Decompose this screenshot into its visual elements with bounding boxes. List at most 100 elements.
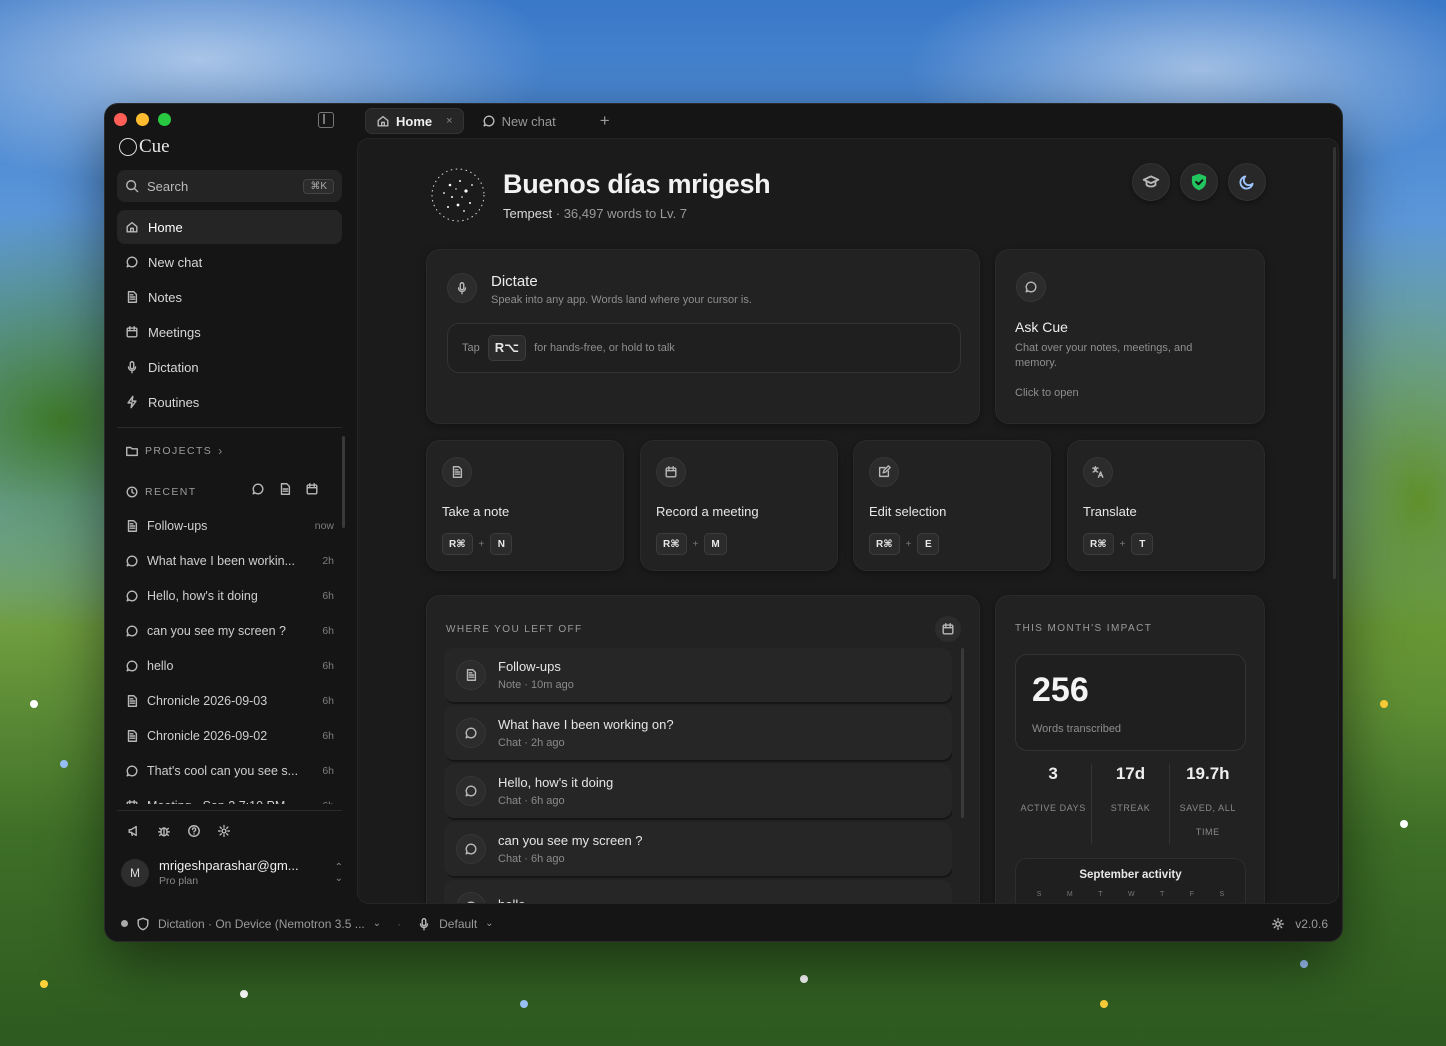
note-icon (125, 694, 139, 708)
account-switcher[interactable]: M mrigeshparashar@gm... Pro plan ⌃ ⌄ (121, 858, 343, 887)
search-label: Search (147, 178, 189, 194)
action-title: Edit selection (869, 504, 947, 519)
take-note-card[interactable]: Take a note R⌘ + N (426, 440, 624, 571)
sidebar-item-dictation[interactable]: Dictation (117, 350, 342, 384)
new-chat-icon[interactable] (251, 482, 265, 496)
ask-cue-description: Chat over your notes, meetings, and memo… (1015, 342, 1193, 369)
bug-icon[interactable] (157, 824, 171, 838)
modifier-key: R⌘ (442, 533, 473, 555)
megaphone-icon[interactable] (127, 824, 141, 838)
recent-item[interactable]: That's cool can you see s... 6h (117, 753, 342, 788)
edit-selection-card[interactable]: Edit selection R⌘ + E (853, 440, 1051, 571)
folder-icon (125, 444, 139, 458)
sidebar-item-meetings[interactable]: Meetings (117, 315, 342, 349)
tab-new-chat[interactable]: New chat (472, 108, 566, 134)
recent-actions (251, 482, 319, 496)
new-tab-button[interactable]: + (600, 111, 610, 131)
mic-icon (125, 360, 139, 374)
chat-icon (125, 255, 139, 269)
tab-home[interactable]: Home × (365, 108, 464, 134)
sidebar-scrollbar[interactable] (342, 436, 345, 528)
theme-toggle-button[interactable] (1228, 163, 1266, 201)
tutorial-button[interactable] (1132, 163, 1170, 201)
stat-active-days: 3 ACTIVE DAYS (1015, 764, 1091, 844)
gear-icon[interactable] (217, 824, 231, 838)
chat-icon (125, 589, 139, 603)
help-icon[interactable] (187, 824, 201, 838)
recent-item-label: Follow-ups (147, 518, 208, 533)
activity-item[interactable]: Hello, how's it doing Chat · 6h ago (444, 764, 952, 818)
recent-list: Follow-ups now What have I been workin... 2… (117, 508, 342, 804)
recent-item[interactable]: Chronicle 2026-09-02 6h (117, 718, 342, 753)
sidebar-item-new-chat[interactable]: New chat (117, 245, 342, 279)
projects-header[interactable]: PROJECTS › (125, 444, 224, 458)
translate-card[interactable]: Translate R⌘ + T (1067, 440, 1265, 571)
edit-icon (869, 457, 899, 487)
sidebar-collapse-icon[interactable] (318, 112, 334, 128)
activity-item[interactable]: hello (444, 880, 952, 903)
recent-item[interactable]: hello 6h (117, 648, 342, 683)
weekday-label: M (1066, 891, 1073, 898)
sidebar-item-home[interactable]: Home (117, 210, 342, 244)
recent-item[interactable]: can you see my screen ? 6h (117, 613, 342, 648)
sidebar-item-notes[interactable]: Notes (117, 280, 342, 314)
chat-icon (125, 554, 139, 568)
new-meeting-icon[interactable] (305, 482, 319, 496)
ask-cue-card[interactable]: Ask Cue Chat over your notes, meetings, … (995, 249, 1265, 424)
tab-close-icon[interactable]: × (446, 115, 452, 127)
activity-item-title: Follow-ups (498, 659, 561, 674)
header-actions (1132, 163, 1266, 201)
sun-icon[interactable] (1271, 917, 1285, 931)
sidebar-nav: Home New chat Notes Meetings Dictation R… (117, 210, 342, 420)
chat-icon (456, 718, 486, 748)
words-transcribed-box: 256 Words transcribed (1015, 654, 1246, 751)
sidebar-item-routines[interactable]: Routines (117, 385, 342, 419)
recent-item[interactable]: Follow-ups now (117, 508, 342, 543)
sidebar-item-label: Notes (148, 289, 182, 305)
recent-item[interactable]: What have I been workin... 2h (117, 543, 342, 578)
plus-separator: + (478, 538, 485, 550)
recent-item[interactable]: Chronicle 2026-09-03 6h (117, 683, 342, 718)
recent-item[interactable]: Hello, how's it doing 6h (117, 578, 342, 613)
dictate-description: Speak into any app. Words land where you… (491, 294, 752, 306)
new-note-icon[interactable] (278, 482, 292, 496)
activity-item[interactable]: Follow-ups Note · 10m ago (444, 648, 952, 702)
weekday-label: W (1127, 891, 1135, 898)
dictation-engine-select[interactable]: Dictation · On Device (Nemotron 3.5 ... (158, 917, 365, 931)
maximize-window-button[interactable] (158, 113, 171, 126)
plus-separator: + (1119, 538, 1126, 550)
activity-item[interactable]: can you see my screen ? Chat · 6h ago (444, 822, 952, 876)
shield-icon (136, 917, 150, 931)
sidebar-item-label: Dictation (148, 359, 199, 375)
sidebar: Cue Search ⌘K Home New chat Notes Meetin… (105, 104, 355, 904)
mic-icon (447, 273, 477, 303)
activity-item-text: Follow-ups Note · 10m ago (498, 659, 574, 691)
ask-cue-cta: Click to open (1015, 387, 1079, 399)
action-title: Record a meeting (656, 504, 759, 519)
privacy-button[interactable] (1180, 163, 1218, 201)
wallpaper-flower (40, 980, 48, 988)
user-plan: Pro plan (159, 875, 199, 887)
level-name: Tempest (503, 206, 553, 221)
main-scrollbar[interactable] (1333, 147, 1336, 579)
greeting-title: Buenos días mrigesh (503, 169, 771, 199)
dictate-card[interactable]: Dictate Speak into any app. Words land w… (426, 249, 980, 424)
microphone-select[interactable]: Default (439, 917, 477, 931)
sidebar-item-label: New chat (148, 254, 203, 270)
close-window-button[interactable] (114, 113, 127, 126)
stat-label: SAVED, ALL TIME (1179, 803, 1236, 837)
calendar-icon (125, 325, 139, 339)
minimize-window-button[interactable] (136, 113, 149, 126)
activity-scrollbar[interactable] (961, 648, 964, 818)
impact-stats: 3 ACTIVE DAYS 17d STREAK 19.7h SAVED, AL… (1015, 764, 1246, 844)
activity-item-subtitle: Note · 10m ago (498, 679, 574, 691)
activity-item-text: Hello, how's it doing Chat · 6h ago (498, 775, 613, 807)
calendar-icon[interactable] (935, 616, 961, 642)
recent-item[interactable]: Meeting · Sep 2 7:10 PM 6h (117, 788, 342, 804)
clock-icon (125, 485, 139, 499)
user-email: mrigeshparashar@gm... (159, 858, 299, 873)
search-button[interactable]: Search ⌘K (117, 170, 342, 202)
activity-item[interactable]: What have I been working on? Chat · 2h ag… (444, 706, 952, 760)
mic-icon (417, 917, 431, 931)
record-meeting-card[interactable]: Record a meeting R⌘ + M (640, 440, 838, 571)
